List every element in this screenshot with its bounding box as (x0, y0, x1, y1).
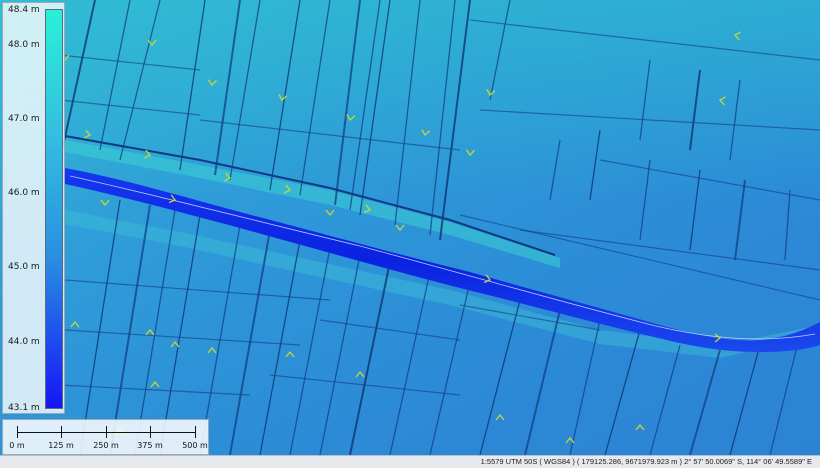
scale-tick (106, 426, 107, 438)
scale-label-500: 500 m (182, 441, 208, 450)
scale-label-0: 0 m (9, 441, 25, 450)
legend-label-46: 46.0 m (8, 188, 40, 198)
legend-label-44: 44.0 m (8, 337, 40, 347)
status-bar: 1:5579 UTM 50S ( WGS84 ) ( 179125.286, 9… (0, 455, 820, 468)
scale-tick (61, 426, 62, 438)
legend-label-48: 48.0 m (8, 40, 40, 50)
elevation-legend: 48.4 m 48.0 m 47.0 m 46.0 m 45.0 m 44.0 … (2, 2, 65, 414)
legend-label-min: 43.1 m (8, 403, 40, 413)
scale-label-125: 125 m (48, 441, 74, 450)
scale-tick (17, 426, 18, 438)
scale-label-250: 250 m (93, 441, 119, 450)
legend-label-45: 45.0 m (8, 262, 40, 272)
elevation-color-ramp (45, 9, 63, 409)
scale-tick (195, 426, 196, 438)
scale-bar: 0 m 125 m 250 m 375 m 500 m (2, 419, 209, 455)
scale-tick (150, 426, 151, 438)
legend-label-47: 47.0 m (8, 114, 40, 124)
map-canvas[interactable] (0, 0, 820, 455)
legend-label-max: 48.4 m (8, 5, 40, 15)
scale-label-375: 375 m (137, 441, 163, 450)
status-coordinates: 1:5579 UTM 50S ( WGS84 ) ( 179125.286, 9… (480, 457, 812, 466)
